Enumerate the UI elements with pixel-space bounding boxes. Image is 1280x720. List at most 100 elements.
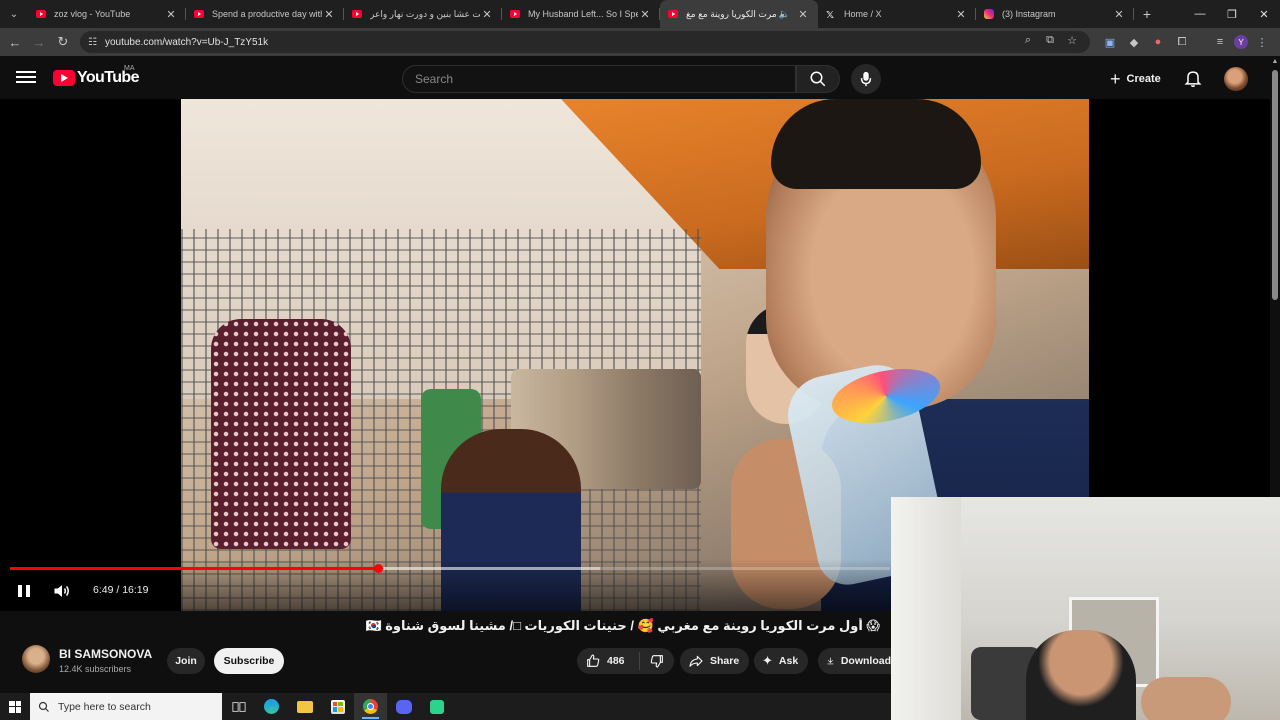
browser-tab[interactable]: My Husband Left... So I Spent a✕ [502,0,660,28]
share-icon [689,655,703,667]
install-app-icon[interactable]: ⧉ [1040,34,1060,47]
extensions-puzzle-icon[interactable]: ⧠ [1172,32,1192,52]
volume-icon [54,585,69,597]
channel-name[interactable]: BI SAMSONOVA [59,647,152,661]
download-button[interactable]: Download [818,648,891,674]
back-button[interactable]: ← [3,30,27,54]
browser-tab[interactable]: أول مرت الكوريا روينة مع مغ🔈 ✕ [660,0,818,28]
plus-icon: + [1110,69,1121,89]
progress-scrubber-handle[interactable] [373,564,383,573]
reading-list-icon[interactable]: ≡ [1210,32,1230,52]
reload-button[interactable]: ↻ [51,30,75,54]
extension-diamond-icon[interactable]: ◆ [1124,32,1144,52]
screen: ⌄ zoz vlog - YouTube ✕ Spend a productive … [0,0,1280,720]
app-icon[interactable] [420,693,453,720]
volume-button[interactable] [52,581,72,601]
address-bar[interactable]: ☷ youtube.com/watch?v=Ub-J_TzY51k ⌕ ⧉ ☆ [80,31,1090,53]
task-view-icon[interactable] [222,693,255,720]
tabs-container: zoz vlog - YouTube ✕ Spend a productive da… [28,0,1134,28]
tab-close-icon[interactable]: ✕ [638,8,652,21]
account-avatar[interactable] [1224,67,1248,91]
zoom-icon[interactable]: ⌕ [1018,34,1038,47]
youtube-logo[interactable]: YouTube MA [53,65,139,87]
scroll-up-arrow-icon[interactable]: ▲ [1271,58,1279,65]
hamburger-menu-icon[interactable] [16,68,36,88]
minimize-button[interactable]: — [1184,0,1216,28]
bookmark-star-icon[interactable]: ☆ [1062,34,1082,47]
youtube-icon [510,10,520,18]
tab-close-icon[interactable]: ✕ [322,8,336,21]
sparkle-icon: ✦ [762,653,773,668]
tab-close-icon[interactable]: ✕ [164,8,178,21]
start-button[interactable] [0,693,30,720]
search-button[interactable] [796,65,840,93]
create-label: Create [1126,73,1161,85]
forward-button[interactable]: → [27,30,51,54]
channel-avatar[interactable] [22,645,50,673]
share-label: Share [710,655,740,667]
like-dislike-group: 486 [577,648,674,674]
window-controls: — ❐ ✕ [1184,0,1280,28]
subscriber-count: 12.4K subscribers [59,664,132,674]
tab-search-button[interactable]: ⌄ [0,0,28,28]
new-tab-button[interactable]: + [1134,0,1160,28]
extension-red-icon[interactable]: ● [1148,32,1168,52]
browser-tab[interactable]: طبيت عشا بنين و دورت نهار واعر✕ [344,0,502,28]
chrome-icon[interactable] [354,693,387,720]
browser-tab[interactable]: (3) Instagram ✕ [976,0,1134,28]
tab-close-icon[interactable]: ✕ [480,8,494,21]
tab-close-icon[interactable]: ✕ [954,8,968,21]
browser-tab[interactable]: Spend a productive day with m✕ [186,0,344,28]
search-icon [810,71,826,87]
voice-search-button[interactable] [851,64,881,94]
profile-avatar[interactable]: Y [1234,35,1248,49]
omnibox-actions: ⌕ ⧉ ☆ [1018,34,1082,47]
pause-button[interactable] [15,582,33,600]
ask-button[interactable]: ✦ Ask [754,648,809,674]
notifications-bell-icon[interactable] [1183,68,1203,88]
share-button[interactable]: Share [680,648,750,674]
tab-title: My Husband Left... So I Spent a [528,9,638,19]
browser-tab[interactable]: zoz vlog - YouTube ✕ [28,0,186,28]
create-button[interactable]: + Create [1102,65,1169,93]
store-icon[interactable] [321,693,354,720]
tab-title: zoz vlog - YouTube [54,9,131,19]
subscribe-button[interactable]: Subscribe [214,648,284,674]
download-label: Download [840,655,891,667]
site-info-icon[interactable]: ☷ [88,37,97,48]
microphone-icon [860,71,872,87]
windows-logo-icon [9,700,21,713]
progress-bar[interactable] [10,564,890,573]
tab-audio-icon[interactable]: 🔈 [779,9,790,20]
search-box[interactable] [402,65,796,93]
browser-tab[interactable]: 𝕏 Home / X ✕ [818,0,976,28]
search-input[interactable] [415,72,795,86]
restore-button[interactable]: ❐ [1216,0,1248,28]
scrollbar-thumb[interactable] [1272,70,1278,300]
tab-title: Spend a productive day with m [212,9,322,19]
join-button[interactable]: Join [167,648,205,674]
edge-icon[interactable] [255,693,288,720]
dislike-button[interactable] [640,648,674,674]
discord-icon[interactable] [387,693,420,720]
youtube-icon [668,10,678,18]
page-scrollbar[interactable]: ▲ [1270,56,1280,497]
extensions-area: ▣ ◆ ● ⧠ ≡ Y ⋮ [1100,32,1272,52]
tab-close-icon[interactable]: ✕ [1112,8,1126,21]
youtube-header: YouTube MA + Create [0,56,1270,100]
thumbs-up-icon [587,654,600,667]
taskbar-search[interactable]: Type here to search [30,693,222,720]
thumbs-down-icon [650,655,663,668]
tab-close-icon[interactable]: ✕ [796,8,810,21]
tab-title: Home / X [844,9,882,19]
browser-menu-icon[interactable]: ⋮ [1252,32,1272,52]
windows-taskbar: Type here to search [0,693,891,720]
toolbar-divider [1196,32,1206,52]
close-window-button[interactable]: ✕ [1248,0,1280,28]
translate-extension-icon[interactable]: ▣ [1100,32,1120,52]
like-button[interactable]: 486 [577,648,639,674]
search-icon [38,701,49,712]
x-icon: 𝕏 [826,10,835,21]
file-explorer-icon[interactable] [288,693,321,720]
browser-toolbar: ← → ↻ ☷ youtube.com/watch?v=Ub-J_TzY51k … [0,28,1280,56]
